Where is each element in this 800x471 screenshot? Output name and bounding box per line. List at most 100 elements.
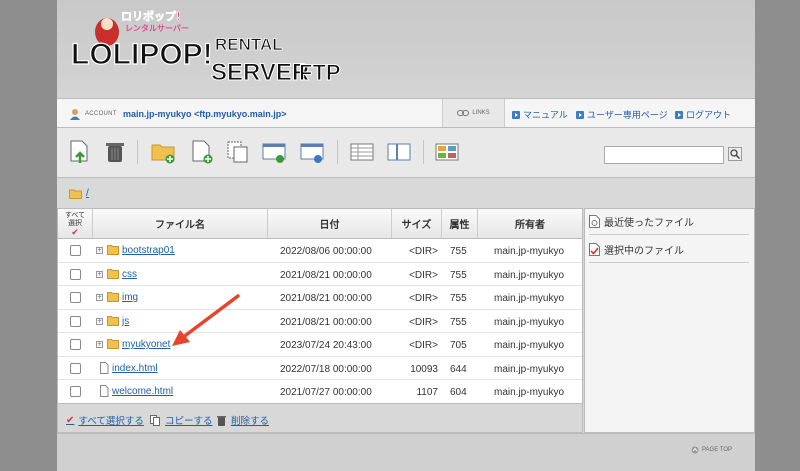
table-row[interactable]: + myukyonet 2023/07/24 20:43:00 <DIR> 705 mai… [58,333,582,357]
delete-link[interactable]: 削除する [216,413,269,427]
user-icon [70,109,80,120]
side-panel: 最近使ったファイル 選択中のファイル [584,208,755,433]
logout-link[interactable]: ログアウト [675,108,731,121]
trash-icon[interactable] [102,139,128,165]
table-row[interactable]: welcome.html 2021/07/27 00:00:00 1107 604 ma… [58,380,582,404]
chain-link-icon [457,110,470,116]
split-view-icon[interactable] [386,139,412,165]
folder-icon [107,268,119,279]
checkmark-icon: ✔ [71,226,79,237]
right-margin [755,0,800,471]
row-checkbox[interactable] [70,362,81,374]
header-perm[interactable]: 属性 [442,209,478,238]
expand-icon[interactable]: + [96,247,103,254]
breadcrumb[interactable]: / [69,188,89,199]
detail-view-icon[interactable] [349,139,375,165]
new-file-icon[interactable] [189,139,215,165]
links-label: LINKS [442,99,505,127]
file-permission: 644 [450,363,467,375]
row-checkbox[interactable] [70,339,81,350]
file-name-link[interactable]: welcome.html [112,386,173,397]
recent-files-item[interactable]: 最近使ったファイル [589,209,749,235]
row-checkbox[interactable] [70,268,81,280]
file-owner: main.jp-myukyo [494,387,565,398]
rename-window-icon[interactable] [299,139,325,165]
logo-rental-text: RENTAL [215,35,283,54]
file-name-link[interactable]: css [122,269,137,280]
table-row[interactable]: index.html 2022/07/18 00:00:00 10093 644 mai… [58,356,582,380]
page-top-link[interactable]: PAGE TOP [691,446,732,454]
file-owner: main.jp-myukyo [494,293,565,304]
file-size: <DIR> [409,246,438,257]
file-size: 10093 [410,363,438,375]
table-row[interactable]: + css 2021/08/21 00:00:00 <DIR> 755 main.jp-m… [58,262,582,286]
selected-file-icon [589,243,600,256]
search-icon[interactable] [728,147,742,161]
expand-icon[interactable]: + [96,270,103,278]
file-permission: 755 [450,316,467,328]
expand-icon[interactable]: + [96,317,103,325]
logo-sub-text: レンタルサーバー [125,23,189,33]
search-input[interactable] [604,146,724,164]
expand-icon[interactable]: + [96,341,103,348]
toolbar-separator [137,140,138,164]
folder-icon [107,292,119,302]
account-name: main.jp-myukyo <ftp.myukyo.main.jp> [123,109,287,119]
row-checkbox[interactable] [70,386,81,397]
trash-icon [217,415,226,426]
file-size: 1107 [416,387,438,398]
arrow-bullet-icon [576,110,584,119]
file-name-link[interactable]: myukyonet [122,339,170,350]
file-name-link[interactable]: bootstrap01 [122,245,175,256]
table-row[interactable]: + img 2021/08/21 00:00:00 <DIR> 755 main.jp-m… [58,286,582,310]
copy-file-icon[interactable] [225,139,251,165]
toolbar [57,128,755,178]
header-owner[interactable]: 所有者 [478,209,582,238]
footer: PAGE TOP [57,433,755,471]
file-size: <DIR> [409,340,438,351]
logo-tag-text: ロリポップ! [121,9,181,23]
expand-icon[interactable]: + [96,294,103,301]
new-folder-icon[interactable] [150,139,176,165]
row-checkbox[interactable] [70,315,81,327]
thumbnail-view-icon[interactable] [434,139,460,165]
folder-icon [107,339,119,349]
row-checkbox[interactable] [70,292,81,303]
select-all-header[interactable]: すべて 選択 ✔ [58,209,93,238]
file-name-link[interactable]: index.html [112,363,158,374]
header: ロリポップ! レンタルサーバー LOLIPOP! RENTAL SERVER F… [57,0,755,98]
file-permission: 705 [450,340,467,351]
file-name-link[interactable]: js [122,316,129,327]
table-row[interactable]: + bootstrap01 2022/08/06 00:00:00 <DIR> 755 m… [58,239,582,263]
logo-ftp-text: FTP [299,60,341,85]
file-owner: main.jp-myukyo [494,363,565,375]
ftp-page: ロリポップ! レンタルサーバー LOLIPOP! RENTAL SERVER F… [57,0,755,471]
arrow-bullet-icon [512,110,520,119]
file-permission: 755 [450,269,467,281]
checkmark-icon: ✔ [66,414,75,426]
copy-link[interactable]: コピーする [150,413,213,427]
left-margin [0,0,57,471]
table-row[interactable]: + js 2021/08/21 00:00:00 <DIR> 755 main.jp-my… [58,309,582,333]
file-permission: 755 [450,293,467,304]
upload-file-icon[interactable] [67,139,93,165]
file-owner: main.jp-myukyo [494,316,565,328]
path-bar: / [57,178,755,208]
file-name-link[interactable]: img [122,292,138,303]
user-page-link[interactable]: ユーザー専用ページ [576,108,668,121]
file-owner: main.jp-myukyo [494,246,565,257]
folder-icon [107,245,119,255]
file-icon [100,385,109,397]
header-name[interactable]: ファイル名 [93,209,268,238]
toolbar-separator [337,140,338,164]
recent-file-icon [589,215,600,228]
manual-link[interactable]: マニュアル [512,108,568,121]
file-permission: 604 [450,387,467,398]
header-size[interactable]: サイズ [392,209,442,238]
move-window-icon[interactable] [261,139,287,165]
selected-files-item[interactable]: 選択中のファイル [589,237,749,263]
account-bar: ACCOUNT main.jp-myukyo <ftp.myukyo.main.… [57,98,755,128]
row-checkbox[interactable] [70,245,81,256]
select-all-link[interactable]: ✔ すべて選択する [66,413,144,428]
header-date[interactable]: 日付 [268,209,392,238]
